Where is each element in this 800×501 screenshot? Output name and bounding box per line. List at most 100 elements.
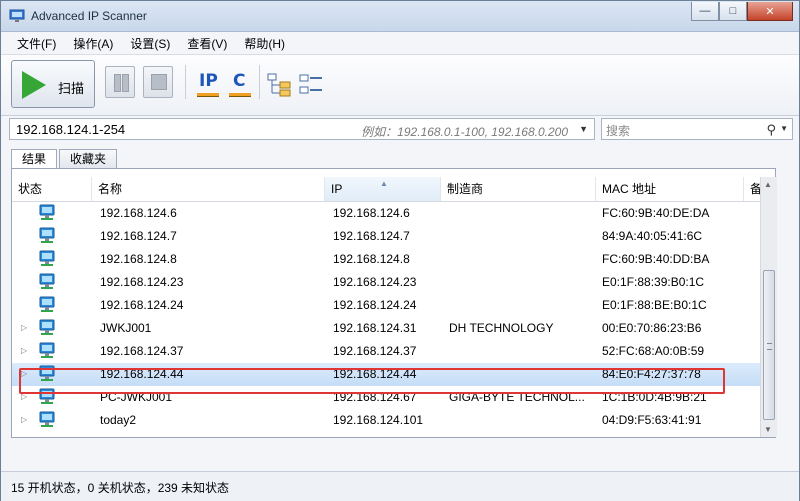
table-row[interactable]: 192.168.124.7 192.168.124.7 84:9A:40:05:41… bbox=[12, 225, 760, 248]
computer-icon bbox=[39, 342, 55, 358]
search-placeholder: 搜索 bbox=[606, 124, 631, 138]
search-icon[interactable]: ⚲ bbox=[766, 122, 776, 138]
tab-results[interactable]: 结果 bbox=[11, 149, 58, 170]
menu-settings[interactable]: 设置(S) bbox=[122, 35, 179, 52]
scroll-up-icon[interactable]: ▲ bbox=[764, 180, 772, 189]
row-vendor: DH TECHNOLOGY bbox=[449, 321, 554, 335]
vertical-scrollbar[interactable]: ▲ ▼ bbox=[760, 177, 777, 437]
table-row[interactable]: 192.168.124.24 192.168.124.24 E0:1F:88:BE:… bbox=[12, 294, 760, 317]
row-mac: 84:9A:40:05:41:6C bbox=[602, 229, 703, 243]
table-row[interactable]: ▷ JWKJ001 192.168.124.31 DH TECHNOLOGY 00:E0… bbox=[12, 317, 760, 340]
tab-favorites[interactable]: 收藏夹 bbox=[59, 149, 118, 169]
row-mac: FC:60:9B:40:DD:BA bbox=[602, 252, 710, 266]
ip-range-input[interactable]: 192.168.124.1-254 例如：192.168.0.1-100, 19… bbox=[9, 118, 595, 140]
computer-icon bbox=[39, 204, 55, 220]
close-button[interactable]: ✕ bbox=[747, 2, 793, 21]
results-list[interactable]: 状态 名称 IP 制造商 MAC 地址 备 ▲ 192.168.124.6 192… bbox=[11, 168, 776, 438]
column-mac[interactable]: MAC 地址 bbox=[596, 177, 744, 201]
row-vendor bbox=[449, 271, 597, 294]
row-name: 192.168.124.8 bbox=[100, 252, 177, 266]
row-mac: 04:D9:F5:63:41:91 bbox=[602, 413, 702, 427]
c-icon: C bbox=[233, 71, 246, 91]
search-input[interactable]: 搜索 ⚲ ▼ bbox=[601, 118, 793, 140]
row-vendor bbox=[449, 409, 597, 432]
row-name: 192.168.124.24 bbox=[100, 298, 184, 312]
chevron-down-icon[interactable]: ▼ bbox=[579, 124, 588, 134]
row-mac: 52:FC:68:A0:0B:59 bbox=[602, 344, 705, 358]
pause-button[interactable] bbox=[105, 66, 135, 98]
row-ip: 192.168.124.24 bbox=[333, 298, 417, 312]
menu-file[interactable]: 文件(F) bbox=[9, 35, 65, 52]
row-name: 192.168.124.37 bbox=[100, 344, 184, 358]
menu-action[interactable]: 操作(A) bbox=[65, 35, 122, 52]
scrollbar-thumb[interactable] bbox=[763, 270, 775, 420]
toolbar-separator bbox=[259, 65, 260, 99]
tab-bar: 结果 收藏夹 bbox=[11, 149, 119, 170]
column-header: 状态 名称 IP 制造商 MAC 地址 备 ▲ bbox=[12, 177, 762, 202]
computer-icon bbox=[39, 319, 55, 335]
row-ip: 192.168.124.23 bbox=[333, 275, 417, 289]
play-icon bbox=[22, 71, 46, 99]
row-vendor bbox=[449, 248, 597, 271]
window-title: Advanced IP Scanner bbox=[31, 9, 147, 23]
table-row[interactable]: ▷ 192.168.124.37 192.168.124.37 52:FC:68:A0… bbox=[12, 340, 760, 363]
ip-range-hint: 例如：192.168.0.1-100, 192.168.0.200 bbox=[361, 125, 568, 139]
stop-button[interactable] bbox=[143, 66, 173, 98]
tree-collapse-icon[interactable] bbox=[299, 73, 325, 97]
row-ip: 192.168.124.8 bbox=[333, 252, 410, 266]
row-vendor bbox=[449, 202, 597, 225]
column-name[interactable]: 名称 bbox=[92, 177, 325, 201]
menu-view[interactable]: 查看(V) bbox=[179, 35, 236, 52]
chevron-down-icon[interactable]: ▼ bbox=[780, 124, 788, 133]
scroll-down-icon[interactable]: ▼ bbox=[764, 425, 772, 434]
table-row[interactable]: 192.168.124.8 192.168.124.8 FC:60:9B:40:DD… bbox=[12, 248, 760, 271]
row-ip: 192.168.124.7 bbox=[333, 229, 410, 243]
expand-arrow-icon[interactable]: ▷ bbox=[21, 346, 27, 355]
computer-icon bbox=[39, 411, 55, 427]
ip-range-value: 192.168.124.1-254 bbox=[16, 122, 126, 137]
toolbar-separator bbox=[185, 65, 186, 99]
row-name: today2 bbox=[100, 413, 137, 427]
row-ip: 192.168.124.31 bbox=[333, 321, 417, 335]
tree-expand-icon[interactable] bbox=[267, 73, 293, 97]
row-ip: 192.168.124.37 bbox=[333, 344, 417, 358]
row-mac: 00:E0:70:86:23:B6 bbox=[602, 321, 702, 335]
row-name: 192.168.124.7 bbox=[100, 229, 177, 243]
maximize-button[interactable]: □ bbox=[719, 2, 747, 21]
table-row[interactable]: 192.168.124.6 192.168.124.6 FC:60:9B:40:DE… bbox=[12, 202, 760, 225]
table-row[interactable]: 192.168.124.23 192.168.124.23 E0:1F:88:39:… bbox=[12, 271, 760, 294]
status-bar: 15 开机状态，0 关机状态，239 未知状态 bbox=[1, 471, 799, 501]
row-name: 192.168.124.6 bbox=[100, 206, 177, 220]
menu-help[interactable]: 帮助(H) bbox=[236, 35, 294, 52]
expand-arrow-icon[interactable]: ▷ bbox=[21, 415, 27, 424]
row-mac: E0:1F:88:BE:B0:1C bbox=[602, 298, 707, 312]
sort-ascending-icon: ▲ bbox=[380, 179, 388, 188]
menu-bar: 文件(F) 操作(A) 设置(S) 查看(V) 帮助(H) bbox=[1, 32, 799, 54]
row-mac: E0:1F:88:39:B0:1C bbox=[602, 275, 705, 289]
stop-icon bbox=[151, 74, 167, 90]
row-mac: FC:60:9B:40:DE:DA bbox=[602, 206, 710, 220]
toolbar: 扫描 IP C bbox=[1, 54, 799, 116]
selected-row-highlight bbox=[19, 368, 725, 394]
column-vendor[interactable]: 制造商 bbox=[441, 177, 596, 201]
ip-icon: IP bbox=[199, 71, 218, 91]
title-bar[interactable]: Advanced IP Scanner — □ ✕ bbox=[1, 1, 799, 32]
status-text: 15 开机状态，0 关机状态，239 未知状态 bbox=[11, 481, 230, 495]
row-vendor bbox=[449, 225, 597, 248]
row-vendor bbox=[449, 340, 597, 363]
row-vendor bbox=[449, 294, 597, 317]
expand-arrow-icon[interactable]: ▷ bbox=[21, 323, 27, 332]
computer-icon bbox=[39, 296, 55, 312]
app-window: Advanced IP Scanner — □ ✕ 文件(F) 操作(A) 设置… bbox=[0, 0, 800, 501]
table-row[interactable]: ▷ today2 192.168.124.101 04:D9:F5:63:41:91 bbox=[12, 409, 760, 432]
computer-icon bbox=[39, 273, 55, 289]
scan-button[interactable]: 扫描 bbox=[11, 60, 95, 108]
scan-label: 扫描 bbox=[58, 81, 85, 96]
column-status[interactable]: 状态 bbox=[12, 177, 92, 201]
app-icon bbox=[9, 9, 25, 22]
minimize-button[interactable]: — bbox=[691, 2, 719, 21]
address-row: 192.168.124.1-254 例如：192.168.0.1-100, 19… bbox=[1, 117, 799, 143]
computer-icon bbox=[39, 227, 55, 243]
row-name: JWKJ001 bbox=[100, 321, 152, 335]
row-ip: 192.168.124.101 bbox=[333, 413, 424, 427]
